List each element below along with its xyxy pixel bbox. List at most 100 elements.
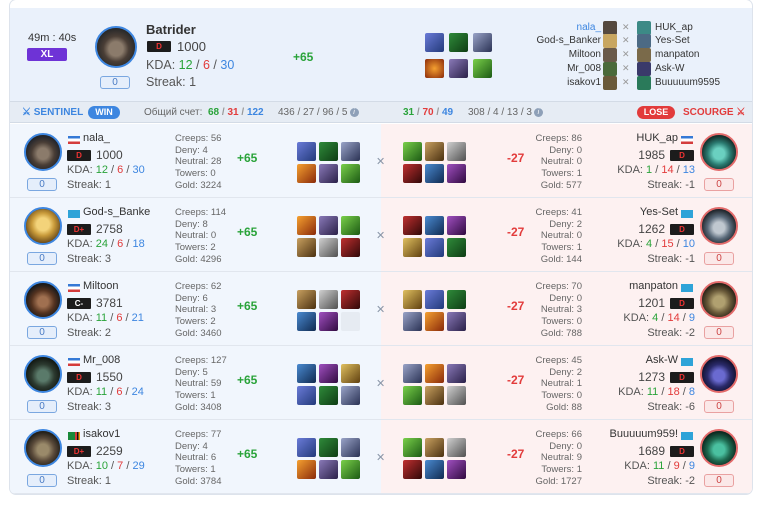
item-slot[interactable] [297, 142, 316, 161]
roster-left-name[interactable]: isakov1 [567, 77, 601, 88]
item-slot[interactable] [425, 216, 444, 235]
player-name[interactable]: Mr_008 [83, 354, 120, 366]
item-slot[interactable] [319, 238, 338, 257]
hero-portrait-icon[interactable] [24, 207, 62, 245]
item-slot[interactable] [447, 364, 466, 383]
roster-left-name[interactable]: Miltoon [569, 49, 601, 60]
hero-portrait-icon[interactable] [700, 207, 738, 245]
player-name[interactable]: Ask-W [646, 354, 678, 366]
item-slot[interactable] [319, 164, 338, 183]
item-slot[interactable] [447, 438, 466, 457]
item-slot[interactable] [319, 290, 338, 309]
roster-right-name[interactable]: Yes-Set [655, 35, 690, 46]
item-slot[interactable] [447, 142, 466, 161]
item-slot[interactable] [425, 460, 444, 479]
item-slot[interactable] [341, 142, 360, 161]
hero-portrait-icon[interactable] [700, 355, 738, 393]
item-slot[interactable] [425, 238, 444, 257]
roster-right-name[interactable]: Ask-W [655, 63, 684, 74]
item-slot[interactable] [403, 238, 422, 257]
item-slot[interactable] [403, 164, 422, 183]
item-slot[interactable] [447, 238, 466, 257]
hero-portrait-icon[interactable] [24, 429, 62, 467]
player-name[interactable]: God-s_Banke [83, 206, 150, 218]
item-slot[interactable] [473, 33, 492, 52]
player-name[interactable]: Miltoon [83, 280, 118, 292]
item-slot[interactable] [403, 216, 422, 235]
item-slot[interactable] [319, 438, 338, 457]
item-slot[interactable] [447, 164, 466, 183]
item-slot[interactable] [425, 33, 444, 52]
item-slot[interactable] [319, 460, 338, 479]
item-slot[interactable] [297, 438, 316, 457]
item-slot[interactable] [341, 216, 360, 235]
item-slot[interactable] [403, 364, 422, 383]
player-name[interactable]: nala_ [83, 132, 110, 144]
item-slot[interactable] [447, 216, 466, 235]
roster-right-name[interactable]: manpaton [655, 49, 699, 60]
hero-portrait-icon[interactable] [700, 429, 738, 467]
item-slot[interactable] [425, 142, 444, 161]
item-slot[interactable] [319, 216, 338, 235]
roster-left-name[interactable]: Mr_008 [567, 63, 601, 74]
item-slot[interactable] [473, 59, 492, 78]
roster-left-name[interactable]: nala_ [577, 22, 601, 33]
item-slot[interactable] [447, 290, 466, 309]
featured-player-name[interactable]: Batrider [146, 22, 196, 37]
item-slot[interactable] [341, 290, 360, 309]
item-slot[interactable] [341, 364, 360, 383]
item-slot[interactable] [341, 386, 360, 405]
item-slot[interactable] [297, 238, 316, 257]
info-icon[interactable]: i [533, 108, 543, 117]
item-slot[interactable] [297, 216, 316, 235]
item-slot[interactable] [425, 438, 444, 457]
batrider-portrait-icon[interactable] [95, 26, 137, 68]
item-slot[interactable] [425, 290, 444, 309]
roster-left-name[interactable]: God-s_Banker [537, 35, 601, 46]
item-slot[interactable] [425, 364, 444, 383]
item-slot[interactable] [297, 386, 316, 405]
player-name[interactable]: Buuuuum959! [610, 428, 679, 440]
hero-portrait-icon[interactable] [24, 281, 62, 319]
item-slot[interactable] [297, 460, 316, 479]
item-slot[interactable] [341, 460, 360, 479]
roster-right-name[interactable]: Buuuuum9595 [655, 77, 720, 88]
item-slot[interactable] [297, 312, 316, 331]
item-slot[interactable] [319, 364, 338, 383]
item-slot[interactable] [425, 312, 444, 331]
item-slot[interactable] [341, 438, 360, 457]
player-name[interactable]: manpaton [629, 280, 678, 292]
empty-item-slot[interactable] [341, 312, 360, 331]
item-slot[interactable] [403, 312, 422, 331]
item-slot[interactable] [447, 460, 466, 479]
item-slot[interactable] [341, 238, 360, 257]
item-slot[interactable] [341, 164, 360, 183]
item-slot[interactable] [297, 164, 316, 183]
player-name[interactable]: HUK_ap [636, 132, 678, 144]
item-slot[interactable] [447, 312, 466, 331]
hero-portrait-icon[interactable] [24, 355, 62, 393]
player-name[interactable]: Yes-Set [640, 206, 678, 218]
item-slot[interactable] [449, 33, 468, 52]
item-slot[interactable] [449, 59, 468, 78]
item-slot[interactable] [447, 386, 466, 405]
item-slot[interactable] [403, 460, 422, 479]
item-slot[interactable] [425, 164, 444, 183]
hero-portrait-icon[interactable] [700, 281, 738, 319]
item-slot[interactable] [425, 386, 444, 405]
hero-portrait-icon[interactable] [24, 133, 62, 171]
item-slot[interactable] [319, 386, 338, 405]
item-slot[interactable] [297, 290, 316, 309]
item-slot[interactable] [403, 438, 422, 457]
item-slot[interactable] [425, 59, 444, 78]
roster-right-name[interactable]: HUK_ap [655, 22, 693, 33]
item-slot[interactable] [319, 142, 338, 161]
item-slot[interactable] [319, 312, 338, 331]
item-slot[interactable] [403, 290, 422, 309]
item-slot[interactable] [297, 364, 316, 383]
item-slot[interactable] [403, 386, 422, 405]
item-slot[interactable] [403, 142, 422, 161]
info-icon[interactable]: i [349, 108, 359, 117]
hero-portrait-icon[interactable] [700, 133, 738, 171]
player-name[interactable]: isakov1 [83, 428, 120, 440]
